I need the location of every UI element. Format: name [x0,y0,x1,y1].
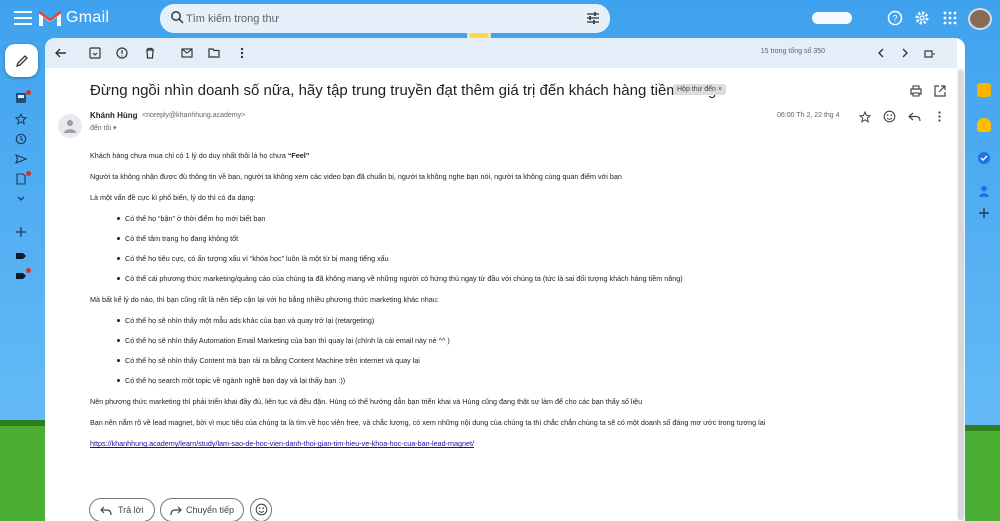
get-addons-icon[interactable] [979,208,989,218]
forward-arrow-icon [170,506,182,516]
search-bar[interactable] [160,4,610,33]
print-icon[interactable] [909,84,923,98]
archive-icon[interactable] [88,46,102,60]
reply-label: Trả lời [118,505,144,515]
chevron-left-icon[interactable] [874,46,888,60]
email-body: Khách hàng chưa mua chỉ có 1 lý do duy n… [90,151,910,460]
more-options-icon[interactable] [933,110,946,123]
lead-magnet-link[interactable]: https://khanhhung.academy/learn/study/la… [90,439,474,448]
list-item: Có thể họ “bận” ở thời điểm họ mới biết … [90,214,910,223]
side-panel [968,38,1000,521]
drafts-icon[interactable] [15,173,27,185]
gmail-logo [38,10,62,26]
label-dot [26,268,31,273]
sent-icon[interactable] [15,153,27,165]
chevron-down-icon[interactable] [15,193,27,205]
star-icon[interactable] [859,111,871,123]
body-paragraph: Nên phương thức marketing thì phải triển… [90,397,643,406]
calendar-icon[interactable] [977,83,991,97]
compose-button[interactable] [5,44,38,77]
person-icon [64,120,76,133]
reply-icon[interactable] [908,110,921,123]
app-name: Gmail [66,9,110,26]
chevron-right-icon[interactable] [898,46,912,60]
recipient-details[interactable]: đến tôi ▾ [90,124,116,132]
more-vert-icon[interactable] [235,46,249,60]
list-item: Có thể cái phương thức marketing/quảng c… [90,274,910,283]
label-icon[interactable] [15,270,27,282]
body-paragraph: Người ta không nhận được đủ thông tin về… [90,172,622,181]
starred-icon[interactable] [15,113,27,125]
body-paragraph: Khách hàng chưa mua chỉ có 1 lý do duy n… [90,151,910,160]
body-text: Khách hàng chưa mua chỉ có 1 lý do duy n… [90,151,288,160]
emoji-icon [255,503,268,516]
svg-text:?: ? [892,14,897,24]
open-new-window-icon[interactable] [933,84,947,98]
mark-unread-icon[interactable] [180,46,194,60]
account-avatar[interactable] [968,8,992,30]
list-item: Có thể họ search một topic về ngành nghề… [90,376,910,385]
tasks-icon[interactable] [977,151,991,165]
label-icon[interactable] [15,250,27,262]
list-item: Có thể họ sẽ nhìn thấy Automation Email … [90,336,910,345]
sender-name: Khánh Hùng [90,111,138,120]
report-spam-icon[interactable] [115,46,129,60]
top-bar: Gmail ? [0,0,1000,38]
sender-email: <noreply@khanhhung.academy> [142,112,246,119]
reasons-list: Có thể họ “bận” ở thời điểm họ mới biết … [90,214,910,283]
emoji-react-icon[interactable] [883,110,896,123]
body-paragraph: Là một vấn đề cực kì phổ biến, lý do thì… [90,193,256,202]
search-options-icon[interactable] [586,11,600,25]
bold-text: “Feel” [287,151,310,160]
email-subject: Đừng ngồi nhìn doanh số nữa, hãy tập tru… [90,82,717,99]
contacts-icon[interactable] [977,184,991,198]
inbox-unread-dot [26,90,31,95]
message-toolbar: 15 trong tổng số 350 [45,38,957,68]
methods-list: Có thể họ sẽ nhìn thấy một mẫu ads khác … [90,316,910,385]
scrollbar[interactable] [957,68,965,521]
body-paragraph: Mà bất kể lý do nào, thì bạn cũng rất là… [90,295,439,304]
inbox-label-chip[interactable]: Hộp thư đến × [673,84,726,95]
pencil-icon [15,55,28,68]
message-panel: 15 trong tổng số 350 Đừng ngồi nhìn doan… [45,38,965,521]
add-label-icon[interactable] [15,226,27,238]
forward-button[interactable]: Chuyển tiếp [160,498,244,521]
inbox-icon[interactable] [15,92,27,104]
delete-trash-icon[interactable] [143,46,157,60]
scrollbar-thumb[interactable] [958,70,964,520]
body-paragraph: Bạn nên nắm rõ về lead magnet, bởi vì mụ… [90,418,766,427]
help-icon[interactable]: ? [887,10,903,26]
settings-gear-icon[interactable] [914,10,930,26]
move-to-folder-icon[interactable] [207,46,221,60]
reply-button[interactable]: Trả lời [89,498,155,521]
emoji-button[interactable] [250,498,272,521]
list-item: Có thể họ tiêu cực, có ấn tượng xấu vì “… [90,254,910,263]
pagination-text: 15 trong tổng số 350 [760,48,825,55]
apps-grid-icon[interactable] [942,10,958,26]
back-arrow-icon[interactable] [54,46,68,60]
main-menu-icon[interactable] [14,11,32,25]
list-item: Có thể họ sẽ nhìn thấy một mẫu ads khác … [90,316,910,325]
list-item: Có thể tâm trạng họ đang không tốt [90,234,910,243]
grass-hill [0,420,50,521]
forward-label: Chuyển tiếp [186,505,235,515]
sender-avatar [58,114,82,138]
search-icon[interactable] [170,10,184,24]
list-item: Có thể họ sẽ nhìn thấy Content mà bạn rả… [90,356,910,365]
email-date: 06:00 Th 2, 22 thg 4 [777,112,840,119]
keep-icon[interactable] [977,118,991,132]
reply-arrow-icon [100,506,112,516]
search-input[interactable] [186,9,566,28]
snoozed-clock-icon[interactable] [15,133,27,145]
drafts-dot [26,171,31,176]
input-tools-icon[interactable] [922,46,936,60]
